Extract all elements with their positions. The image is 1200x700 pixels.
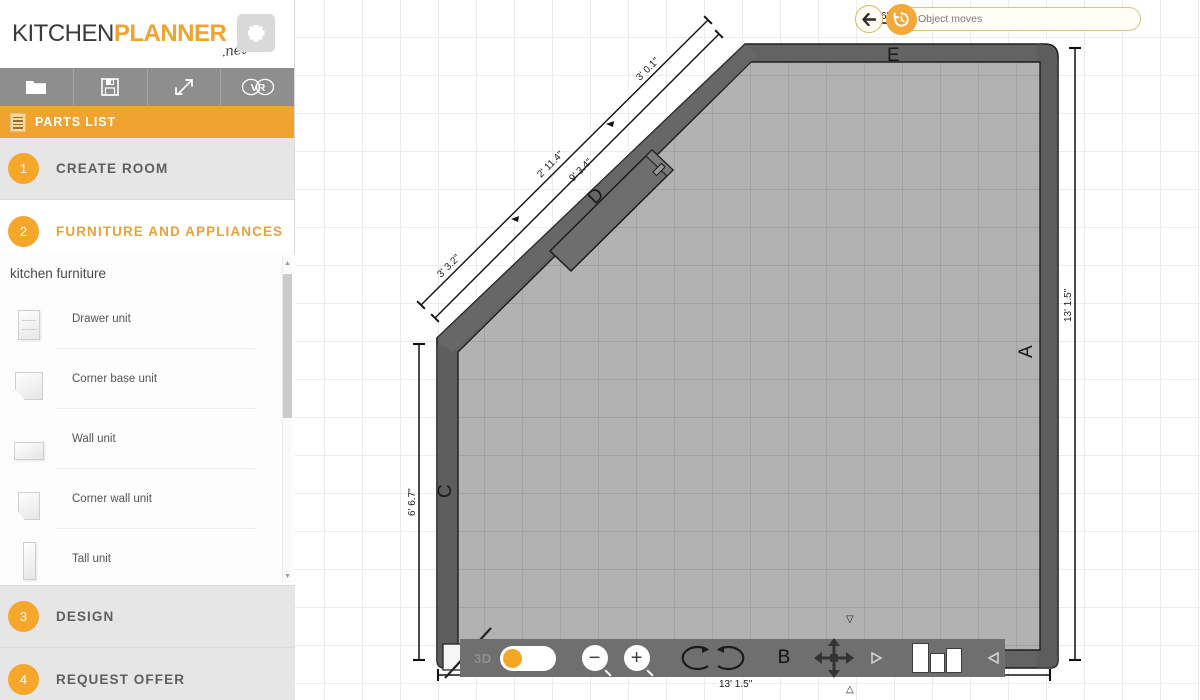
step-number-4: 4 <box>8 664 39 695</box>
logo-planner-text: PLANNER <box>114 20 227 47</box>
dim-wall-c: 6' 6.7" <box>407 488 418 516</box>
rotate-left-icon[interactable] <box>678 642 712 674</box>
floppy-disk-icon <box>101 78 119 96</box>
parts-list-button[interactable]: PARTS LIST <box>0 106 294 138</box>
mode-3d-label: 3D <box>474 651 492 666</box>
rotate-right-icon[interactable] <box>714 642 748 674</box>
furniture-item-corner-base-unit[interactable]: Corner base unit <box>0 349 295 409</box>
step-number-2: 2 <box>8 216 39 247</box>
resize-left-arrow-icon[interactable] <box>986 650 1000 666</box>
furniture-item-corner-wall-unit[interactable]: Corner wall unit <box>0 469 295 529</box>
dim-wall-d-total: 9' 3.4" <box>567 156 595 184</box>
zoom-in-button[interactable]: + <box>624 645 650 671</box>
top-tool-row: VR <box>0 68 294 106</box>
floorplan-drawing: 6' 6.7" E 13' 1.5" A 13' 1.5" B 6' 6.7" … <box>295 0 1200 700</box>
furniture-label: Wall unit <box>72 433 116 445</box>
sidebar-step-create-room[interactable]: 1 CREATE ROOM <box>0 138 294 200</box>
furniture-label: Corner base unit <box>72 373 157 385</box>
step-label-design: DESIGN <box>56 609 114 624</box>
furniture-item-tall-unit[interactable]: Tall unit <box>0 529 295 586</box>
scroll-down-arrow-icon[interactable]: ▼ <box>283 571 292 581</box>
zoom-in-label: + <box>631 648 643 668</box>
room-floor <box>458 62 1040 650</box>
zoom-out-button[interactable]: − <box>582 645 608 671</box>
furniture-selection-icon[interactable] <box>912 643 970 673</box>
document-lines-icon <box>10 113 26 132</box>
app-logo[interactable]: KITCHENPLANNER .net <box>12 20 226 48</box>
floorplan-canvas[interactable]: 6' 6.7" E 13' 1.5" A 13' 1.5" B 6' 6.7" … <box>295 0 1200 700</box>
parts-list-label: PARTS LIST <box>35 115 116 129</box>
history-bar: Object moves <box>855 5 1141 33</box>
resize-right-arrow-icon[interactable] <box>870 650 884 666</box>
svg-text:VR: VR <box>250 82 265 94</box>
wall-label-e: E <box>887 45 900 66</box>
scrollbar-thumb[interactable] <box>283 274 292 418</box>
corner-wall-unit-thumb <box>12 478 46 520</box>
drawer-unit-thumb <box>12 298 46 340</box>
dim-wall-b: 13' 1.5" <box>719 679 753 690</box>
toggle-knob <box>503 649 522 668</box>
toggle-3d-switch[interactable] <box>500 646 556 671</box>
folder-icon <box>25 79 47 96</box>
back-arrow-icon[interactable] <box>855 5 883 33</box>
history-message-pill[interactable]: Object moves <box>891 7 1141 31</box>
sidebar-step-design[interactable]: 3 DESIGN <box>0 586 295 648</box>
wall-unit-thumb <box>12 418 46 460</box>
vr-mode-button[interactable]: VR <box>221 68 294 106</box>
step-label-furniture: FURNITURE AND APPLIANCES <box>56 224 283 239</box>
sidebar-step-furniture[interactable]: 2 FURNITURE AND APPLIANCES <box>0 200 294 262</box>
furniture-label: Corner wall unit <box>72 493 152 505</box>
corner-base-unit-thumb <box>12 358 46 400</box>
move-cross-icon[interactable] <box>812 636 856 680</box>
selected-wall-label: B <box>778 647 791 669</box>
step-label-request-offer: REQUEST OFFER <box>56 672 185 687</box>
step-label-create-room: CREATE ROOM <box>56 161 168 176</box>
scroll-up-arrow-icon[interactable]: ▲ <box>283 258 292 268</box>
step-number-1: 1 <box>8 153 39 184</box>
furniture-panel: kitchen furniture Drawer unit Corner bas… <box>0 254 295 586</box>
history-message-text: Object moves <box>918 13 982 25</box>
open-project-button[interactable] <box>0 68 74 106</box>
expand-arrows-icon <box>174 77 194 97</box>
furniture-list-scrollbar[interactable]: ▲ ▼ <box>282 256 291 583</box>
marker-top-triangle: ▽ <box>846 614 854 625</box>
dim-diagonal-seg-1: 3' 3.2" <box>435 252 463 280</box>
furniture-list: Drawer unit Corner base unit Wall unit C… <box>0 289 295 586</box>
logo-bar: KITCHENPLANNER .net <box>0 0 294 68</box>
undo-clock-icon[interactable] <box>886 4 917 35</box>
step-number-3: 3 <box>8 601 39 632</box>
logo-kitchen-text: KITCHEN <box>12 20 114 47</box>
furniture-category-heading: kitchen furniture <box>0 254 295 289</box>
dim-wall-a: 13' 1.5" <box>1063 288 1074 322</box>
wall-label-a: A <box>1016 345 1037 358</box>
rotate-controls <box>678 642 748 674</box>
marker-bottom-triangle: △ <box>846 684 854 695</box>
furniture-item-wall-unit[interactable]: Wall unit <box>0 409 295 469</box>
bottom-toolbar: 3D − + B <box>460 639 1005 677</box>
fullscreen-button[interactable] <box>148 68 222 106</box>
furniture-label: Tall unit <box>72 553 111 565</box>
tall-unit-thumb <box>12 538 46 580</box>
sidebar: KITCHENPLANNER .net <box>0 0 295 700</box>
vr-goggles-icon: VR <box>241 78 275 96</box>
furniture-item-drawer-unit[interactable]: Drawer unit <box>0 289 295 349</box>
save-project-button[interactable] <box>74 68 148 106</box>
furniture-label: Drawer unit <box>72 313 131 325</box>
kitchen-planner-app: KITCHENPLANNER .net <box>0 0 1200 700</box>
zoom-out-label: − <box>589 648 601 668</box>
wall-label-c: C <box>435 484 456 498</box>
sidebar-step-request-offer[interactable]: 4 REQUEST OFFER <box>0 648 295 700</box>
gear-icon[interactable] <box>237 14 275 52</box>
